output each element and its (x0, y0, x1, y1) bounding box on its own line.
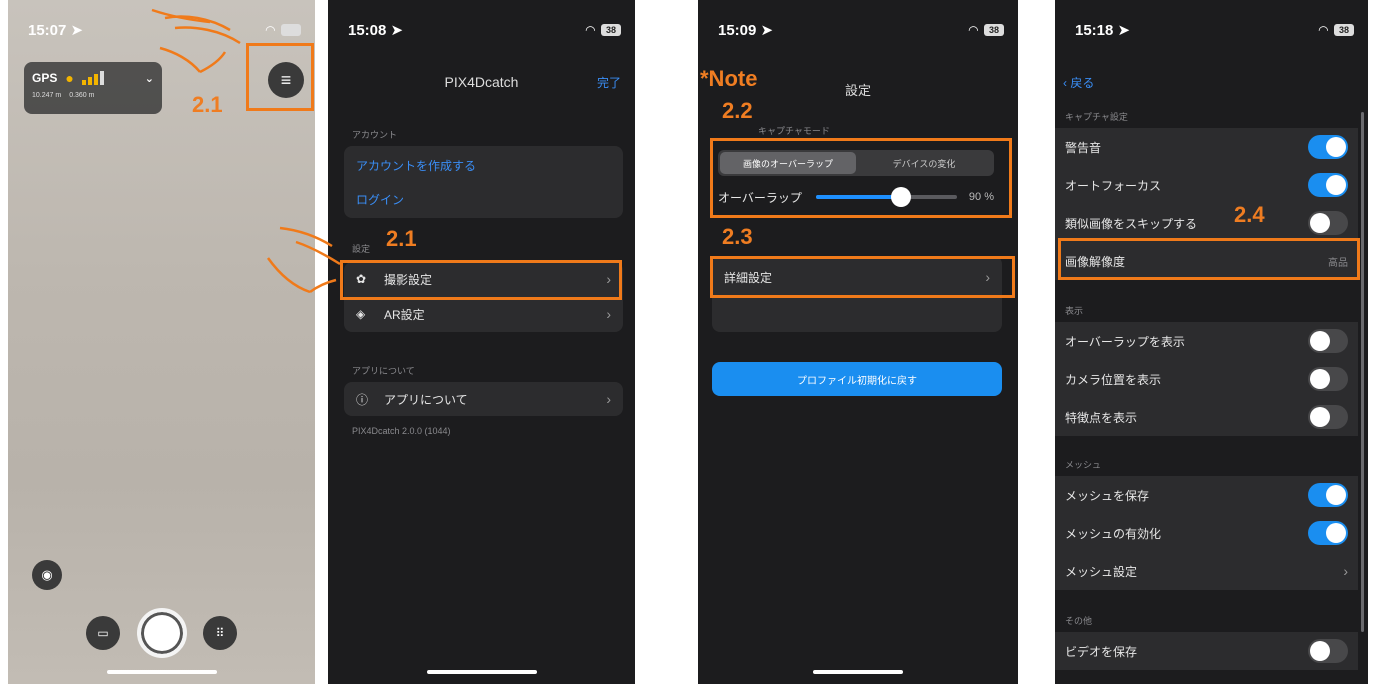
info-icon: ⓘ (356, 392, 369, 407)
section-label-about: アプリについて (352, 366, 415, 376)
annotation-2-4: 2.4 (1234, 202, 1265, 227)
status-icons: ◠ 38 (586, 23, 621, 37)
skip-similar-row: 類似画像をスキップする (1055, 204, 1358, 242)
pointing-hand-icon (266, 226, 341, 294)
enable-mesh-toggle[interactable] (1308, 521, 1348, 545)
status-bar: 15:18 ➤ ◠ 38 (1075, 18, 1354, 42)
save-video-row: ビデオを保存 (1055, 632, 1358, 670)
login-link[interactable]: ログイン (344, 182, 623, 216)
detail-settings-screen: 15:18 ➤ ◠ 38 ‹ 戻る キャプチャ設定 警告音 オートフォーカス 類… (1055, 0, 1368, 684)
highlight-menu-button (246, 43, 314, 111)
folder-icon[interactable]: ▭ (86, 616, 120, 650)
skip-similar-toggle[interactable] (1308, 211, 1348, 235)
location-pin-icon: ● (65, 70, 74, 86)
reset-profile-button[interactable]: プロファイル初期化に戻す (712, 362, 1002, 396)
home-indicator (106, 670, 217, 674)
mesh-group: メッシュを保存 メッシュの有効化 メッシュ設定 › (1055, 476, 1358, 590)
grid-icon[interactable]: ⠿ (203, 616, 237, 650)
status-icons: ◠ (266, 23, 301, 37)
autofocus-row: オートフォーカス (1055, 166, 1358, 204)
pointing-hand-icon (151, 8, 241, 74)
highlight-capture-mode (710, 138, 1012, 218)
show-camera-position-toggle[interactable] (1308, 367, 1348, 391)
highlight-detail-settings (710, 256, 1015, 298)
status-time: 15:09 ➤ (718, 22, 774, 39)
main-menu-screen: 15:08 ➤ ◠ 38 PIX4Dcatch 完了 アカウント アカウントを作… (328, 0, 635, 684)
battery-icon: 38 (984, 24, 1004, 36)
home-indicator (813, 670, 903, 674)
battery-icon (281, 24, 301, 36)
show-overlap-toggle[interactable] (1308, 329, 1348, 353)
status-time: 15:07 ➤ (28, 22, 84, 39)
eye-icon[interactable]: ◉ (32, 560, 62, 590)
status-time: 15:18 ➤ (1075, 22, 1131, 39)
shutter-button[interactable] (137, 608, 187, 658)
wifi-icon: ◠ (265, 23, 275, 37)
wifi-icon: ◠ (1318, 23, 1328, 37)
gps-accuracy-v: 0.360 m (69, 92, 95, 99)
show-overlap-row: オーバーラップを表示 (1055, 322, 1358, 360)
section-label-account: アカウント (352, 130, 398, 140)
section-label-mesh: メッシュ (1065, 460, 1102, 470)
mesh-settings-row[interactable]: メッシュ設定 › (1055, 552, 1358, 590)
highlight-image-quality (1058, 238, 1360, 280)
gps-status-panel[interactable]: GPS ● ⌄ 10.247 m 0.360 m (24, 62, 162, 114)
about-item[interactable]: ⓘ アプリについて › (344, 382, 623, 416)
save-mesh-row: メッシュを保存 (1055, 476, 1358, 514)
gps-accuracy-h: 10.247 m (32, 92, 62, 99)
wifi-icon: ◠ (585, 23, 595, 37)
display-group: オーバーラップを表示 カメラ位置を表示 特徴点を表示 (1055, 322, 1358, 436)
create-account-link[interactable]: アカウントを作成する (344, 148, 623, 182)
done-button[interactable]: 完了 (597, 74, 621, 91)
warning-sound-toggle[interactable] (1308, 135, 1348, 159)
battery-icon: 38 (1334, 24, 1354, 36)
note-annotation: *Note (700, 66, 758, 91)
battery-icon: 38 (601, 24, 621, 36)
save-video-toggle[interactable] (1308, 639, 1348, 663)
home-indicator (426, 670, 537, 674)
enable-mesh-row: メッシュの有効化 (1055, 514, 1358, 552)
autofocus-toggle[interactable] (1308, 173, 1348, 197)
back-button[interactable]: ‹ 戻る (1063, 74, 1094, 91)
ar-cube-icon: ◈ (356, 307, 366, 321)
section-label-settings: 設定 (352, 244, 371, 254)
section-label-capture: キャプチャ設定 (1065, 112, 1128, 122)
status-bar: 15:09 ➤ ◠ 38 (718, 18, 1004, 42)
annotation-2-3: 2.3 (722, 224, 753, 249)
status-icons: ◠ 38 (969, 23, 1004, 37)
page-title: PIX4Dcatch (444, 74, 519, 90)
chevron-right-icon: › (606, 306, 611, 322)
show-features-row: 特徴点を表示 (1055, 398, 1358, 436)
annotation-2-2: 2.2 (722, 98, 753, 123)
account-group: アカウントを作成する ログイン (344, 146, 623, 218)
about-group: ⓘ アプリについて › (344, 382, 623, 416)
signal-bars-icon (81, 71, 104, 85)
section-label-other: その他 (1065, 616, 1093, 626)
ar-settings-item[interactable]: ◈ AR設定 › (344, 297, 623, 331)
section-label-display: 表示 (1065, 306, 1084, 316)
status-time: 15:08 ➤ (348, 22, 404, 39)
tutorial-canvas: 15:07 ➤ ◠ GPS ● ⌄ 10.247 m 0.360 m ≡ ◉ ▭ (0, 0, 1378, 684)
save-mesh-toggle[interactable] (1308, 483, 1348, 507)
gps-label: GPS (32, 71, 58, 85)
chevron-right-icon: › (1343, 563, 1348, 579)
status-bar: 15:08 ➤ ◠ 38 (348, 18, 621, 42)
warning-sound-row: 警告音 (1055, 128, 1358, 166)
status-icons: ◠ 38 (1319, 23, 1354, 37)
show-features-toggle[interactable] (1308, 405, 1348, 429)
show-camera-position-row: カメラ位置を表示 (1055, 360, 1358, 398)
chevron-right-icon: › (606, 391, 611, 407)
wifi-icon: ◠ (968, 23, 978, 37)
annotation-2-1: 2.1 (386, 226, 417, 251)
annotation-2-1: 2.1 (192, 92, 223, 117)
scrollbar[interactable] (1361, 112, 1364, 632)
highlight-capture-settings (340, 260, 622, 300)
other-group: ビデオを保存 (1055, 632, 1358, 670)
section-label-capture: キャプチャモード (758, 126, 830, 136)
app-version: PIX4Dcatch 2.0.0 (1044) (352, 426, 451, 436)
